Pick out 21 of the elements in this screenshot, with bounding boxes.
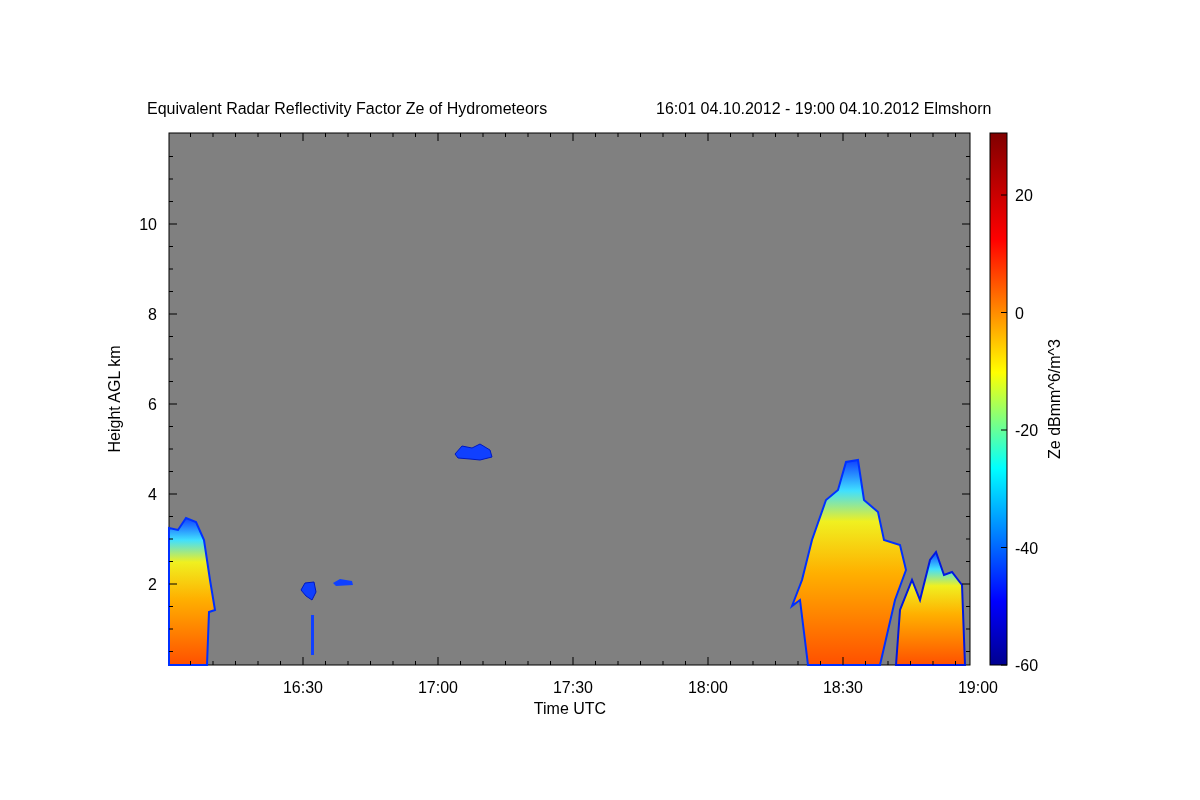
- y-tick-label: 6: [148, 396, 157, 413]
- colorbar-tick-label: -60: [1015, 657, 1039, 674]
- colorbar-tick-label: -20: [1015, 422, 1039, 439]
- time-period: 16:01 04.10.2012 - 19:00 04.10.2012 Elmshorn: [656, 100, 992, 117]
- chart-title: Equivalent Radar Reflectivity Factor Ze of Hydrometeors: [147, 100, 548, 117]
- x-tick-label: 17:30: [553, 679, 593, 696]
- y-tick-label: 2: [148, 576, 157, 593]
- colorbar-tick-label: 20: [1015, 187, 1033, 204]
- y-tick-label: 8: [148, 306, 157, 323]
- y-axis-label: Height AGL km: [106, 345, 123, 453]
- colorbar-label: Ze dBmm^6/m^3: [1046, 339, 1063, 459]
- colorbar-tick-label: -40: [1015, 539, 1039, 557]
- x-tick-label: 17:00: [418, 679, 458, 696]
- x-tick-label: 18:00: [688, 679, 728, 696]
- x-axis-label: Time UTC: [533, 700, 607, 717]
- x-tick-label: 16:30: [283, 679, 323, 696]
- x-tick-label: 18:30: [823, 679, 863, 696]
- colorbar-tick-label: 0: [1015, 304, 1024, 322]
- y-tick-label: 4: [148, 486, 157, 503]
- y-tick-label: 10: [139, 216, 157, 233]
- x-tick-label: 19:00: [958, 679, 998, 696]
